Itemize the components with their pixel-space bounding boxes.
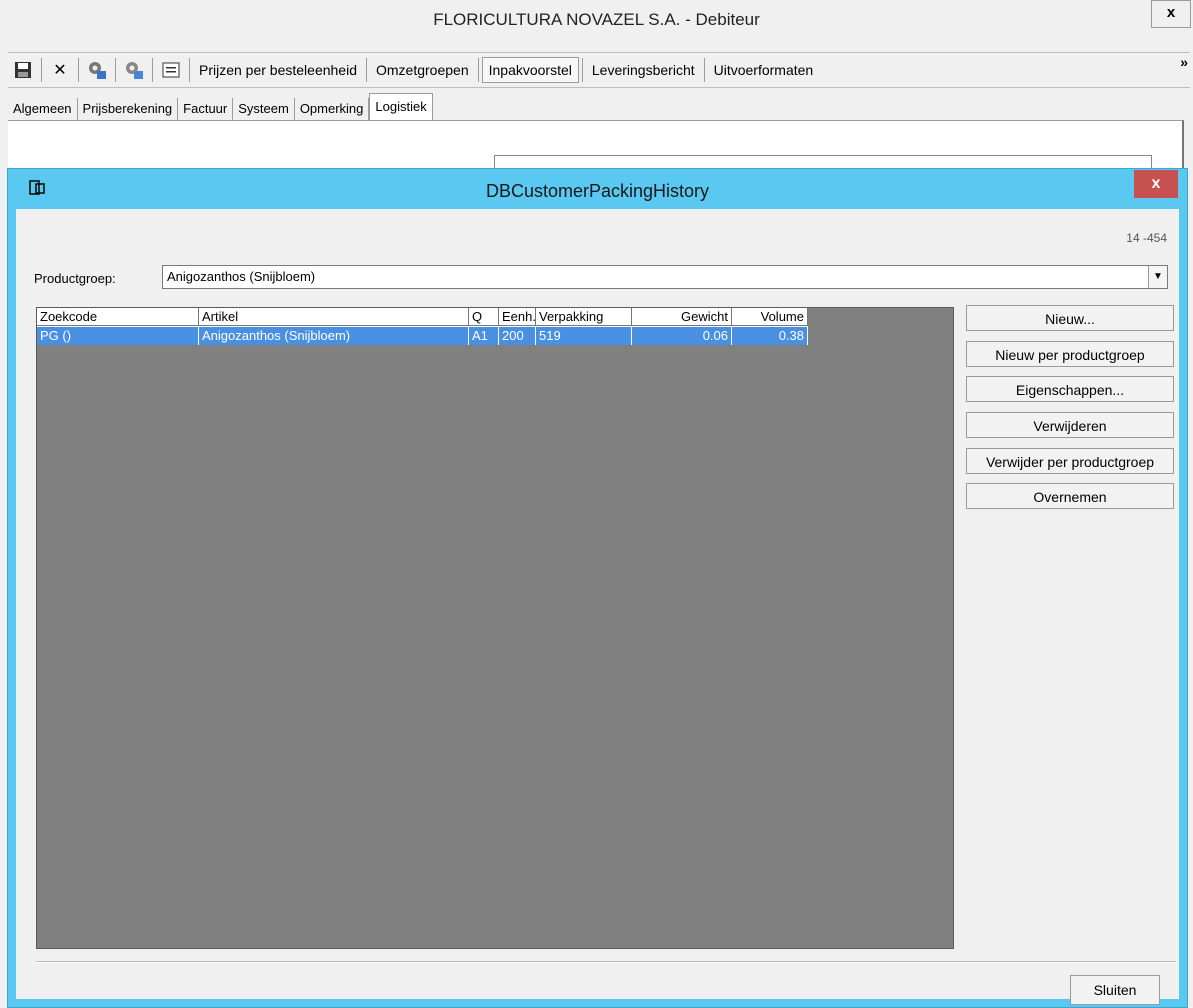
toolbar-separator: [41, 58, 42, 82]
nieuw-button[interactable]: Nieuw...: [966, 305, 1174, 331]
toolbar: ✕ Prijzen per besteleenheid Omzetgroepen…: [8, 52, 1190, 88]
column-header-gewicht[interactable]: Gewicht: [632, 308, 732, 326]
verwijderen-button[interactable]: Verwijderen: [966, 412, 1174, 438]
tab-opmerking[interactable]: Opmerking: [295, 98, 370, 120]
save-icon[interactable]: [11, 58, 35, 82]
dialog-close-button[interactable]: x: [1134, 170, 1178, 198]
dialog-titlebar: DBCustomerPackingHistory x: [8, 169, 1187, 209]
tab-logistiek[interactable]: Logistiek: [369, 93, 433, 120]
toolbar-button-omzetgroepen[interactable]: Omzetgroepen: [370, 57, 475, 83]
dialog-title: DBCustomerPackingHistory: [485, 181, 710, 201]
tab-factuur[interactable]: Factuur: [178, 98, 234, 120]
main-tabs: Algemeen Prijsberekening Factuur Systeem…: [8, 92, 433, 120]
toolbar-button-leveringsbericht[interactable]: Leveringsbericht: [586, 57, 701, 83]
main-titlebar: FLORICULTURA NOVAZEL S.A. - Debiteur x: [0, 0, 1193, 42]
tab-algemeen[interactable]: Algemeen: [8, 98, 78, 120]
tab-prijsberekening[interactable]: Prijsberekening: [78, 98, 179, 120]
divider: [36, 961, 1176, 963]
nieuw-per-productgroep-button[interactable]: Nieuw per productgroep: [966, 341, 1174, 367]
cell-gewicht: 0.06: [632, 327, 732, 345]
toolbar-separator: [78, 58, 79, 82]
toolbar-separator: [366, 58, 367, 82]
packing-grid[interactable]: Zoekcode Artikel Q Eenh. Verpakking Gewi…: [36, 307, 954, 949]
toolbar-separator: [703, 58, 705, 82]
cell-volume: 0.38: [732, 327, 808, 345]
cell-eenh: 200: [499, 327, 536, 345]
table-row[interactable]: PG () Anigozanthos (Snijbloem) A1 200 51…: [37, 327, 808, 345]
column-header-zoekcode[interactable]: Zoekcode: [37, 308, 199, 326]
list-icon[interactable]: [159, 58, 183, 82]
column-header-q[interactable]: Q: [469, 308, 499, 326]
sluiten-button[interactable]: Sluiten: [1070, 975, 1160, 1005]
record-code: 14 -454: [1126, 231, 1167, 245]
eigenschappen-button[interactable]: Eigenschappen...: [966, 376, 1174, 402]
packing-history-dialog: DBCustomerPackingHistory x 14 -454 Produ…: [7, 168, 1188, 1008]
cell-q: A1: [469, 327, 499, 345]
column-header-volume[interactable]: Volume: [732, 308, 808, 326]
chevron-down-icon[interactable]: ▼: [1148, 266, 1167, 288]
toolbar-button-inpakvoorstel[interactable]: Inpakvoorstel: [481, 57, 579, 83]
toolbar-overflow-icon[interactable]: »: [1180, 55, 1188, 69]
toolbar-separator: [152, 58, 153, 82]
cell-artikel: Anigozanthos (Snijbloem): [199, 327, 469, 345]
gear-left-icon[interactable]: [85, 58, 109, 82]
toolbar-separator: [581, 58, 583, 82]
toolbar-button-prijzen[interactable]: Prijzen per besteleenheid: [193, 57, 363, 83]
tab-systeem[interactable]: Systeem: [233, 98, 295, 120]
grid-header: Zoekcode Artikel Q Eenh. Verpakking Gewi…: [37, 308, 808, 327]
dialog-body: 14 -454 Productgroep: Anigozanthos (Snij…: [16, 209, 1179, 1005]
main-close-button[interactable]: x: [1151, 0, 1191, 28]
column-header-artikel[interactable]: Artikel: [199, 308, 469, 326]
productgroep-value: Anigozanthos (Snijbloem): [167, 269, 316, 284]
main-window-title: FLORICULTURA NOVAZEL S.A. - Debiteur: [433, 10, 760, 29]
toolbar-separator: [189, 58, 190, 82]
overnemen-button[interactable]: Overnemen: [966, 483, 1174, 509]
column-header-verpakking[interactable]: Verpakking: [536, 308, 632, 326]
cell-verpakking: 519: [536, 327, 632, 345]
toolbar-button-uitvoerformaten[interactable]: Uitvoerformaten: [708, 57, 820, 83]
toolbar-separator: [477, 58, 479, 82]
delete-icon[interactable]: ✕: [48, 58, 72, 82]
cell-zoekcode: PG (): [37, 327, 199, 345]
verwijder-per-productgroep-button[interactable]: Verwijder per productgroep: [966, 448, 1174, 474]
toolbar-separator: [115, 58, 116, 82]
column-header-eenh[interactable]: Eenh.: [499, 308, 536, 326]
productgroep-select[interactable]: Anigozanthos (Snijbloem) ▼: [162, 265, 1168, 289]
productgroep-label: Productgroep:: [34, 271, 116, 286]
gear-right-icon[interactable]: [122, 58, 146, 82]
